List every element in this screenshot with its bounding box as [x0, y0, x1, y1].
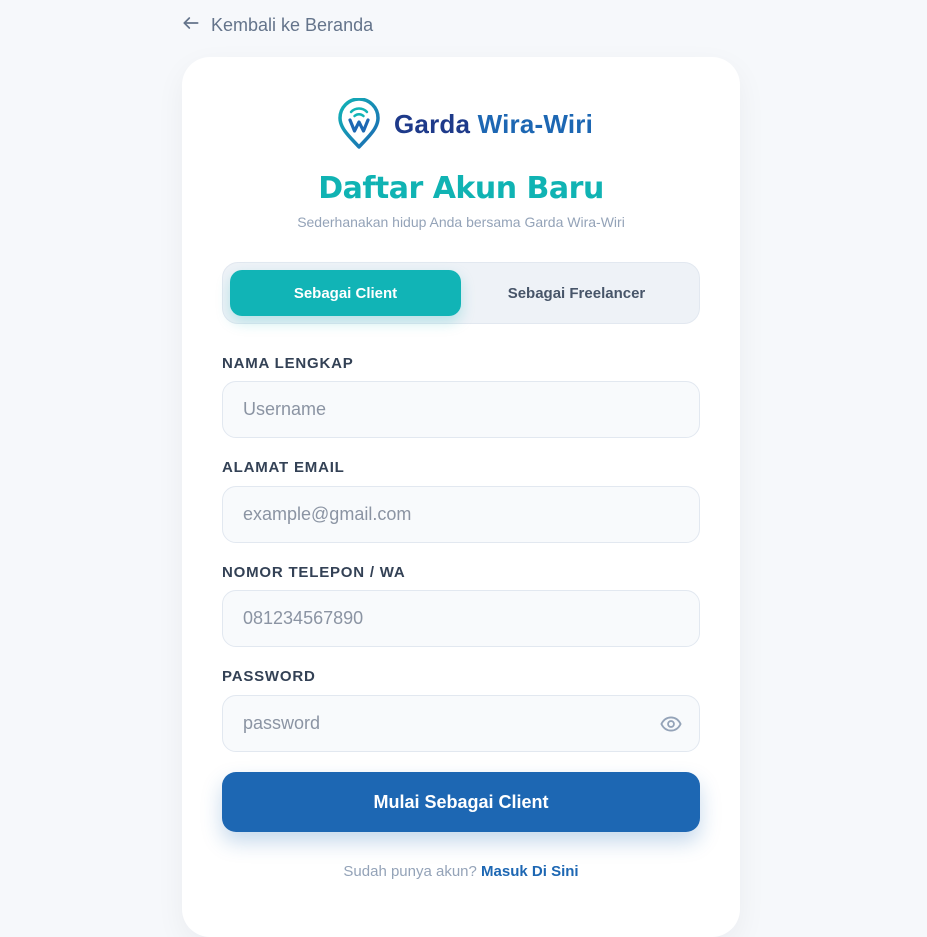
email-label: ALAMAT EMAIL — [222, 459, 345, 476]
submit-button[interactable]: Mulai Sebagai Client — [222, 772, 700, 832]
tab-freelancer[interactable]: Sebagai Freelancer — [461, 270, 692, 316]
page-title: Daftar Akun Baru — [318, 171, 604, 206]
phone-input[interactable] — [222, 590, 700, 647]
tab-client[interactable]: Sebagai Client — [230, 270, 461, 316]
register-card: Garda Wira-Wiri Daftar Akun Baru Sederha… — [182, 57, 740, 937]
login-prompt-text: Sudah punya akun? — [343, 863, 477, 880]
eye-icon[interactable] — [660, 713, 682, 735]
name-input[interactable] — [222, 381, 700, 438]
brand: Garda Wira-Wiri — [336, 97, 593, 151]
name-label: NAMA LENGKAP — [222, 355, 354, 372]
location-pin-logo-icon — [336, 98, 382, 150]
phone-label: NOMOR TELEPON / WA — [222, 564, 406, 581]
brand-name-part1: Garda — [394, 108, 471, 139]
password-input[interactable] — [222, 695, 700, 752]
email-input[interactable] — [222, 486, 700, 543]
brand-name-part2: Wira-Wiri — [477, 108, 594, 139]
account-type-tabs: Sebagai Client Sebagai Freelancer — [222, 262, 700, 324]
password-label: PASSWORD — [222, 668, 316, 685]
login-link[interactable]: Masuk Di Sini — [481, 863, 579, 880]
back-link-label: Kembali ke Beranda — [211, 14, 374, 35]
brand-name: Garda Wira-Wiri — [394, 109, 593, 140]
back-to-home-link[interactable]: Kembali ke Beranda — [181, 12, 373, 38]
arrow-left-icon — [181, 13, 201, 38]
login-prompt: Sudah punya akun? Masuk Di Sini — [182, 863, 740, 880]
page-subtitle: Sederhanakan hidup Anda bersama Garda Wi… — [297, 214, 625, 230]
